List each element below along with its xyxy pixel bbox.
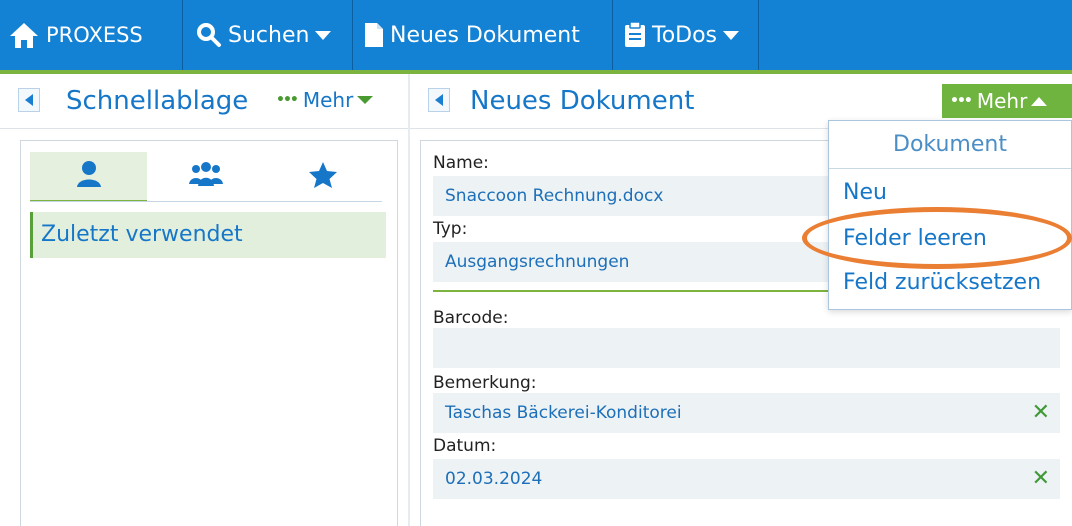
home-icon: [8, 21, 40, 49]
remark-value: Taschas Bäckerei-Konditorei: [445, 403, 682, 423]
remark-label: Bemerkung:: [433, 373, 537, 393]
tab-favorites[interactable]: [264, 152, 381, 202]
chevron-down-icon: [723, 30, 740, 40]
new-document-label: Neues Dokument: [390, 22, 580, 48]
left-panel-title: Schnellablage: [66, 86, 249, 116]
group-icon: [188, 162, 223, 192]
panel-divider: [408, 74, 410, 526]
highlight-annotation: [802, 207, 1072, 269]
chevron-down-icon: [315, 30, 332, 40]
left-more-label: Mehr: [302, 88, 354, 112]
more-dots-icon: •••: [950, 93, 973, 109]
search-label: Suchen: [228, 22, 310, 48]
topbar-separator: [182, 0, 183, 70]
topbar-accent-line: [0, 70, 1072, 74]
collapse-left-panel-button[interactable]: [18, 88, 40, 112]
dropdown-header: Dokument: [829, 121, 1071, 169]
new-document-button[interactable]: Neues Dokument: [364, 0, 580, 70]
menu-item-new[interactable]: Neu: [843, 173, 887, 213]
document-icon: [364, 22, 384, 48]
document-more-label: Mehr: [976, 89, 1028, 113]
home-label: PROXESS: [46, 23, 143, 47]
recently-used-item[interactable]: Zuletzt verwendet: [30, 212, 386, 258]
todos-label: ToDos: [652, 22, 718, 48]
remark-field[interactable]: Taschas Bäckerei-Konditorei ✕: [433, 393, 1060, 433]
todos-menu-button[interactable]: ToDos: [624, 0, 740, 70]
search-menu-button[interactable]: Suchen: [196, 0, 332, 70]
name-label: Name:: [433, 153, 489, 173]
home-button[interactable]: PROXESS: [8, 0, 143, 70]
date-label: Datum:: [433, 436, 497, 456]
chevron-up-icon: [1031, 96, 1048, 106]
collapse-document-panel-button[interactable]: [428, 88, 450, 112]
more-dots-icon: •••: [276, 92, 299, 108]
tab-group[interactable]: [147, 152, 264, 202]
type-label: Typ:: [433, 219, 468, 239]
type-value: Ausgangsrechnungen: [445, 252, 630, 272]
date-value: 02.03.2024: [445, 469, 543, 489]
topbar-separator: [352, 0, 353, 70]
clipboard-icon: [624, 21, 646, 48]
clear-remark-icon[interactable]: ✕: [1032, 393, 1050, 433]
left-more-button[interactable]: ••• Mehr: [276, 88, 374, 112]
menu-item-reset-field[interactable]: Feld zurücksetzen: [843, 263, 1041, 303]
chevron-down-icon: [357, 96, 374, 104]
clear-date-icon[interactable]: ✕: [1032, 459, 1050, 499]
document-panel-title: Neues Dokument: [470, 86, 695, 116]
search-icon: [196, 22, 222, 48]
name-value: Snaccoon Rechnung.docx: [445, 186, 664, 206]
barcode-label: Barcode:: [433, 308, 509, 328]
tabs-underline: [30, 201, 382, 202]
topbar-separator: [758, 0, 759, 70]
type-field-underline: [433, 290, 833, 292]
date-field[interactable]: 02.03.2024 ✕: [433, 459, 1060, 499]
star-icon: [308, 161, 338, 193]
user-icon: [76, 160, 102, 192]
document-more-button[interactable]: ••• Mehr: [942, 84, 1072, 118]
tab-personal[interactable]: [30, 152, 147, 202]
topbar-separator: [612, 0, 613, 70]
barcode-field[interactable]: [433, 328, 1060, 368]
